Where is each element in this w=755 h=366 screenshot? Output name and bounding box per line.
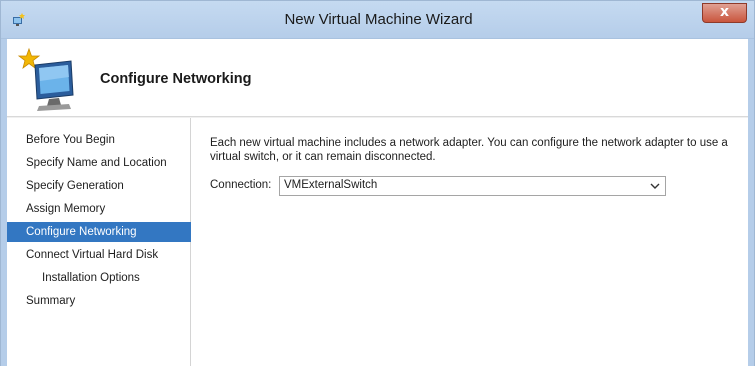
step-configure-networking[interactable]: Configure Networking [7,222,191,242]
connection-row: Connection: VMExternalSwitch [210,176,740,196]
window-right-border [748,39,754,366]
step-specify-generation[interactable]: Specify Generation [7,176,191,196]
close-button[interactable]: x [702,3,747,23]
title-bar[interactable]: New Virtual Machine Wizard x [1,1,754,39]
wizard-steps-sidebar: Before You Begin Specify Name and Locati… [7,118,191,366]
chevron-down-icon [650,183,660,189]
connection-select[interactable]: VMExternalSwitch [279,176,666,196]
wizard-body: Before You Begin Specify Name and Locati… [7,118,748,366]
connection-label: Connection: [210,179,272,191]
wizard-window: New Virtual Machine Wizard x Configure N… [0,0,755,366]
window-title: New Virtual Machine Wizard [284,11,473,28]
connection-select-value: VMExternalSwitch [284,179,378,191]
close-icon: x [719,4,730,20]
computer-sparkle-icon [17,47,74,111]
step-connect-virtual-hard-disk[interactable]: Connect Virtual Hard Disk [7,245,191,265]
step-before-you-begin[interactable]: Before You Begin [7,130,191,150]
page-title: Configure Networking [100,71,252,87]
step-assign-memory[interactable]: Assign Memory [7,199,191,219]
step-summary[interactable]: Summary [7,291,191,311]
networking-description: Each new virtual machine includes a netw… [210,137,728,163]
networking-content: Each new virtual machine includes a netw… [210,136,740,196]
step-specify-name-and-location[interactable]: Specify Name and Location [7,153,191,173]
wizard-header: Configure Networking [7,39,748,117]
step-installation-options[interactable]: Installation Options [7,268,191,288]
